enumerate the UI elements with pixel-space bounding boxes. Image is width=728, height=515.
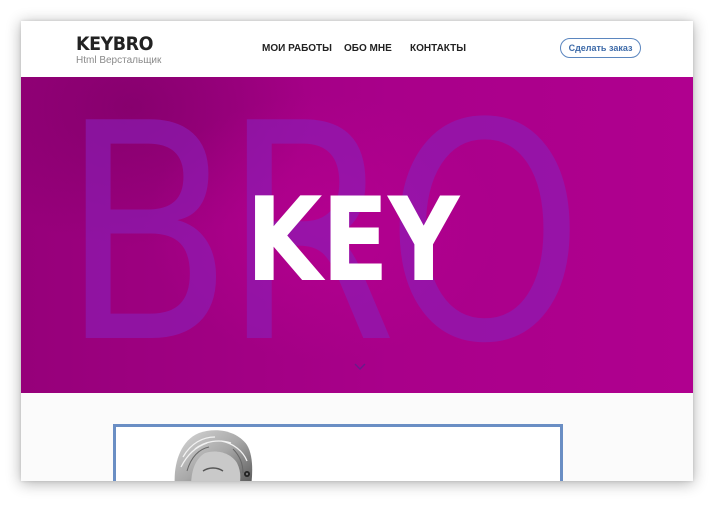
nav-link-about[interactable]: ОБО МНЕ <box>344 43 392 54</box>
logo-subtitle: Html Верстальщик <box>76 55 162 66</box>
logo-title: KEYBRO <box>76 33 154 55</box>
nav-link-works[interactable]: МОИ РАБОТЫ <box>262 43 332 54</box>
hero-title: KEY <box>246 173 459 308</box>
site-header: KEYBRO Html Верстальщик МОИ РАБОТЫ ОБО М… <box>21 21 693 77</box>
browser-viewport: KEYBRO Html Верстальщик МОИ РАБОТЫ ОБО М… <box>21 21 693 481</box>
logo[interactable]: KEYBRO Html Верстальщик <box>76 34 161 67</box>
order-button[interactable]: Сделать заказ <box>560 38 641 58</box>
about-card <box>113 424 563 481</box>
hero-section: BRO KEY <box>21 77 693 393</box>
nav-link-contacts[interactable]: КОНТАКТЫ <box>410 43 466 54</box>
portrait-photo <box>174 430 253 481</box>
chevron-down-icon[interactable] <box>354 363 366 371</box>
